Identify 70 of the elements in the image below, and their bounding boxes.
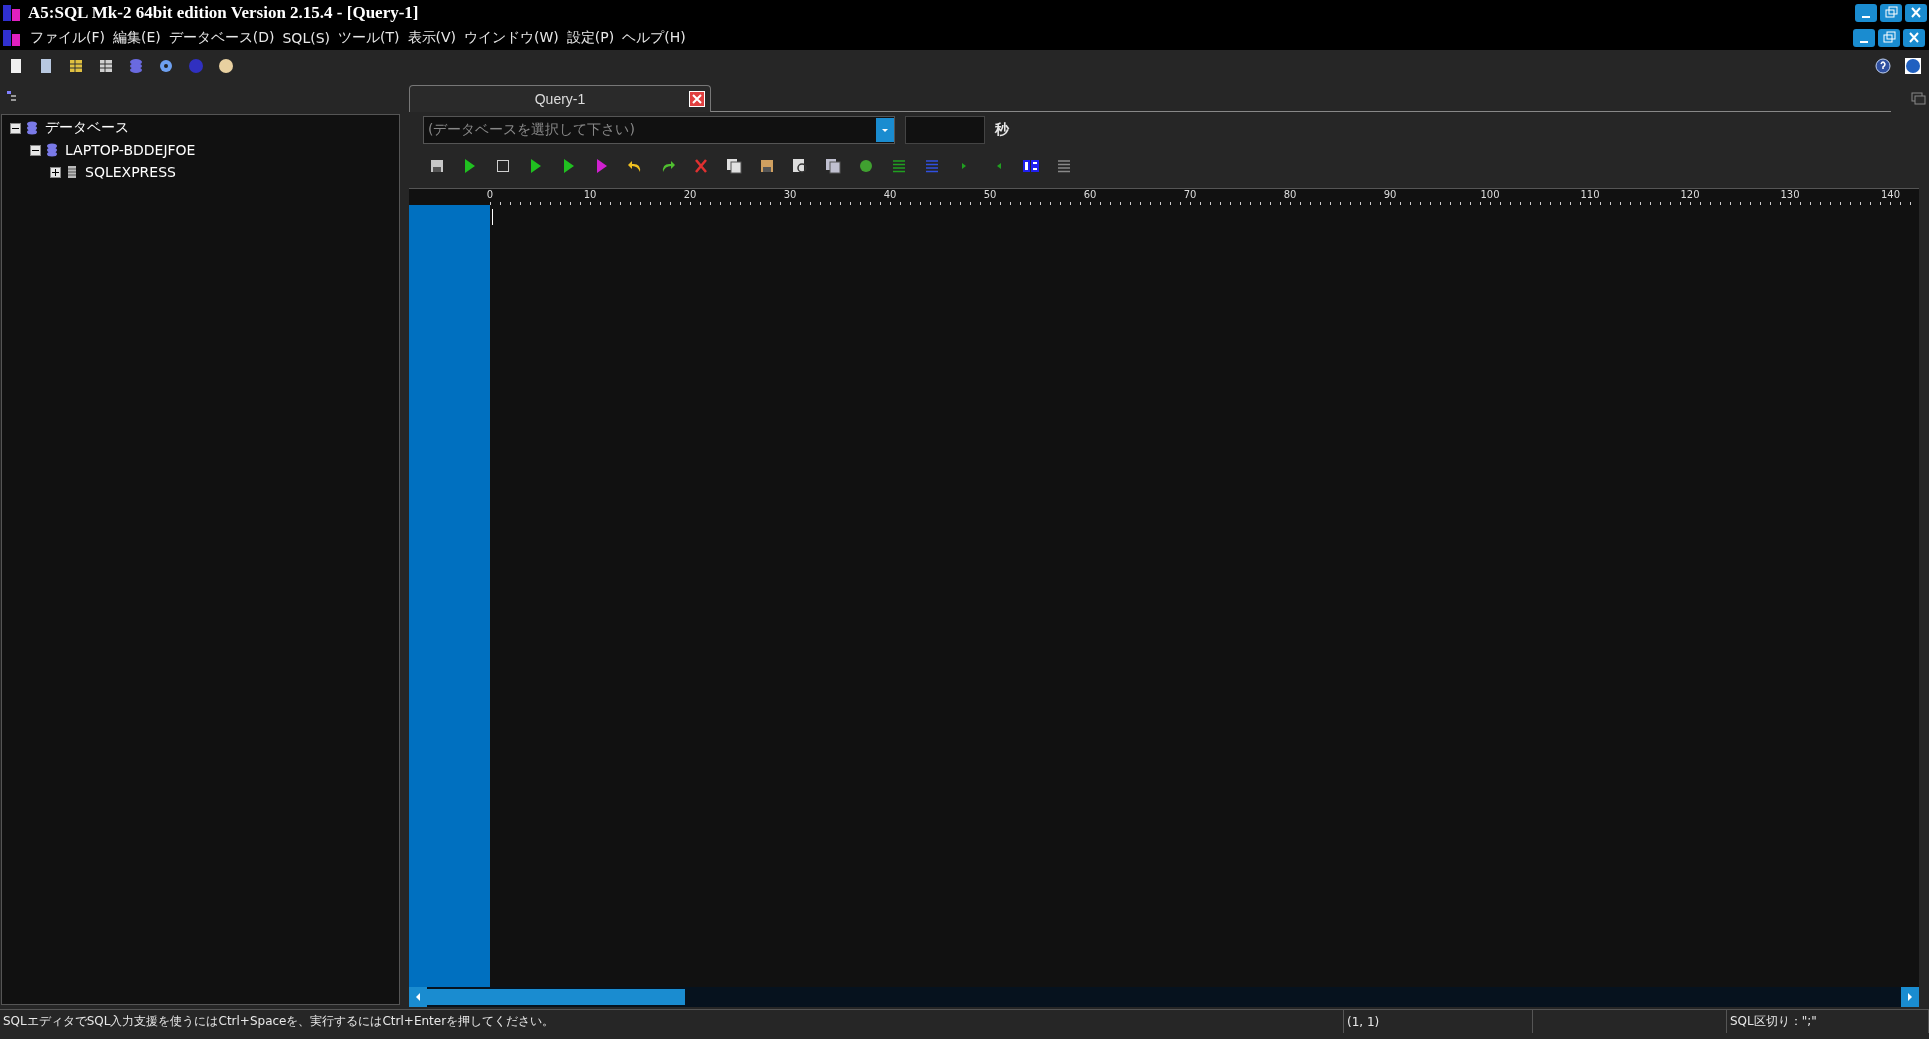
- blocks-icon[interactable]: [1023, 158, 1039, 174]
- table-icon[interactable]: [68, 58, 84, 74]
- ruler-number: 80: [1282, 189, 1298, 201]
- ruler-number: 130: [1779, 189, 1801, 201]
- tree-item[interactable]: SQLEXPRESS: [85, 164, 176, 180]
- status-message: SQLエディタでSQL入力支援を使うにはCtrl+Spaceを、実行するにはCtrl+Enterを押してください。: [0, 1010, 1344, 1033]
- window-title: A5:SQL Mk-2 64bit edition Version 2.15.4 - [Query-1]: [28, 3, 419, 23]
- database-select[interactable]: (データベースを選択して下さい): [423, 116, 895, 144]
- menu-item[interactable]: データベース(D): [164, 29, 279, 47]
- ruler-number: 20: [682, 189, 698, 201]
- server-icon: [65, 165, 79, 179]
- expander-icon[interactable]: [30, 144, 41, 156]
- lines-icon[interactable]: [891, 158, 907, 174]
- seconds-label: 秒: [995, 121, 1009, 139]
- lines-icon[interactable]: [924, 158, 940, 174]
- ruler-number: 120: [1679, 189, 1701, 201]
- scroll-right-icon[interactable]: [1901, 987, 1919, 1007]
- cursor-position: (1, 1): [1344, 1010, 1533, 1033]
- text-cursor: [492, 209, 493, 225]
- help-icon[interactable]: [1875, 58, 1891, 74]
- query-tab[interactable]: Query-1: [409, 85, 711, 112]
- document-icon[interactable]: [98, 58, 114, 74]
- close-button[interactable]: [1905, 4, 1927, 22]
- database-icon[interactable]: [128, 58, 144, 74]
- ruler-number: 60: [1082, 189, 1098, 201]
- menu-item[interactable]: 編集(E): [109, 29, 165, 47]
- menu-item[interactable]: 表示(V): [403, 29, 460, 47]
- ruler-number: 30: [782, 189, 798, 201]
- square-icon[interactable]: [495, 158, 511, 174]
- redo-arrow-icon[interactable]: [660, 158, 676, 174]
- ruler-number: 110: [1579, 189, 1601, 201]
- restore-button[interactable]: [1878, 29, 1900, 47]
- minimize-button[interactable]: [1855, 4, 1877, 22]
- database-icon: [45, 143, 59, 157]
- menu-item[interactable]: SQL(S): [278, 30, 334, 46]
- menu-item[interactable]: ツール(T): [334, 29, 404, 47]
- menu-item[interactable]: 設定(P): [562, 29, 619, 47]
- scroll-left-icon[interactable]: [409, 987, 427, 1007]
- tree-view-icon[interactable]: [6, 90, 18, 102]
- menu-item[interactable]: ヘルプ(H): [618, 29, 690, 47]
- database-icon: [25, 121, 39, 135]
- timeout-field[interactable]: [905, 116, 985, 144]
- expander-icon[interactable]: [50, 166, 61, 178]
- restore-button[interactable]: [1880, 4, 1902, 22]
- sql-delimiter: SQL区切り：";": [1727, 1010, 1929, 1033]
- close-icon[interactable]: [689, 91, 705, 107]
- ruler-number: 0: [485, 189, 495, 201]
- scissors-icon[interactable]: [693, 158, 709, 174]
- menu-item[interactable]: ファイル(F): [26, 29, 109, 47]
- page-icon[interactable]: [8, 58, 24, 74]
- logo-icon: [2, 3, 22, 23]
- ruler-number: 10: [582, 189, 598, 201]
- ruler-number: 50: [982, 189, 998, 201]
- tree-item[interactable]: データベース: [45, 119, 129, 137]
- windows-icon[interactable]: [1911, 92, 1927, 106]
- ruler-number: 90: [1382, 189, 1398, 201]
- tree-item[interactable]: LAPTOP-BDDEJFOE: [65, 142, 196, 158]
- menu-item[interactable]: ウインドウ(W): [460, 29, 563, 47]
- scrollbar-thumb[interactable]: [427, 989, 685, 1005]
- horizontal-scrollbar[interactable]: [409, 987, 1919, 1007]
- minimize-button[interactable]: [1853, 29, 1875, 47]
- ruler-number: 100: [1479, 189, 1501, 201]
- ruler-number: 140: [1881, 189, 1901, 201]
- ruler-number: 40: [882, 189, 898, 201]
- close-button[interactable]: [1903, 29, 1925, 47]
- dropdown-icon: [876, 118, 894, 142]
- logo-icon: [2, 28, 22, 48]
- ruler-number: 70: [1182, 189, 1198, 201]
- copy-icon[interactable]: [726, 158, 742, 174]
- expander-icon[interactable]: [10, 122, 21, 134]
